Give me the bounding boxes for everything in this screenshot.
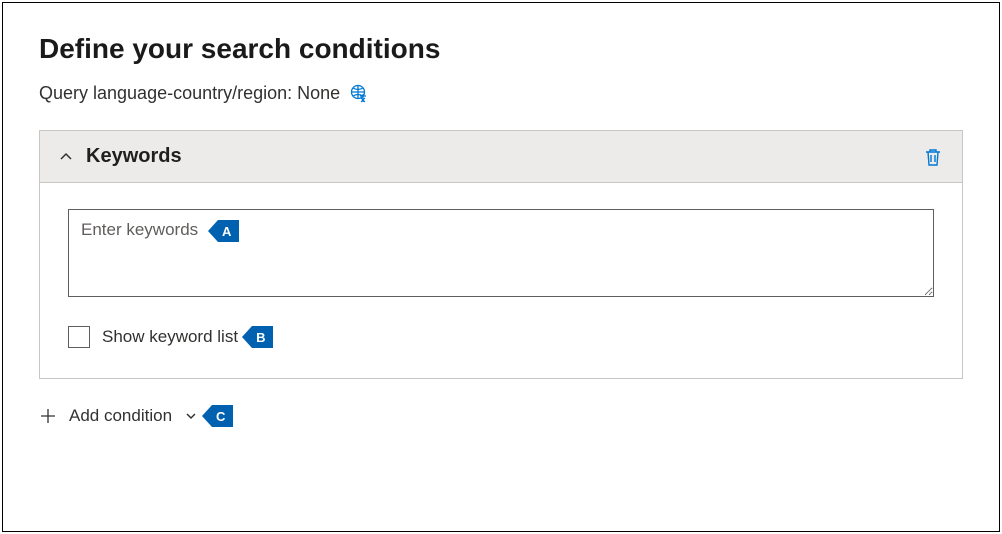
keywords-panel-header[interactable]: Keywords xyxy=(40,131,962,183)
annotation-tag-a: A xyxy=(218,220,239,242)
chevron-down-icon xyxy=(184,409,198,423)
keyword-input[interactable] xyxy=(68,209,934,297)
language-icon[interactable] xyxy=(350,84,370,104)
keywords-panel-body: A Show keyword list B xyxy=(40,183,962,378)
keywords-panel: Keywords A Show keyword list B xyxy=(39,130,963,379)
keyword-input-wrap: A xyxy=(68,209,934,302)
chevron-up-icon[interactable] xyxy=(58,149,74,165)
keywords-panel-title: Keywords xyxy=(86,145,910,168)
trash-icon[interactable] xyxy=(922,146,944,168)
page-title: Define your search conditions xyxy=(39,33,963,65)
show-keyword-list-row: Show keyword list B xyxy=(68,326,934,348)
language-region-row: Query language-country/region: None xyxy=(39,83,963,104)
annotation-tag-b: B xyxy=(252,326,273,348)
show-keyword-list-checkbox[interactable] xyxy=(68,326,90,348)
language-region-label: Query language-country/region: None xyxy=(39,83,340,104)
plus-icon xyxy=(39,407,57,425)
annotation-tag-c: C xyxy=(212,405,233,427)
show-keyword-list-label: Show keyword list xyxy=(102,327,238,347)
add-condition-button[interactable]: Add condition C xyxy=(39,405,963,427)
add-condition-label: Add condition xyxy=(69,406,172,426)
page-container: Define your search conditions Query lang… xyxy=(2,2,1000,532)
